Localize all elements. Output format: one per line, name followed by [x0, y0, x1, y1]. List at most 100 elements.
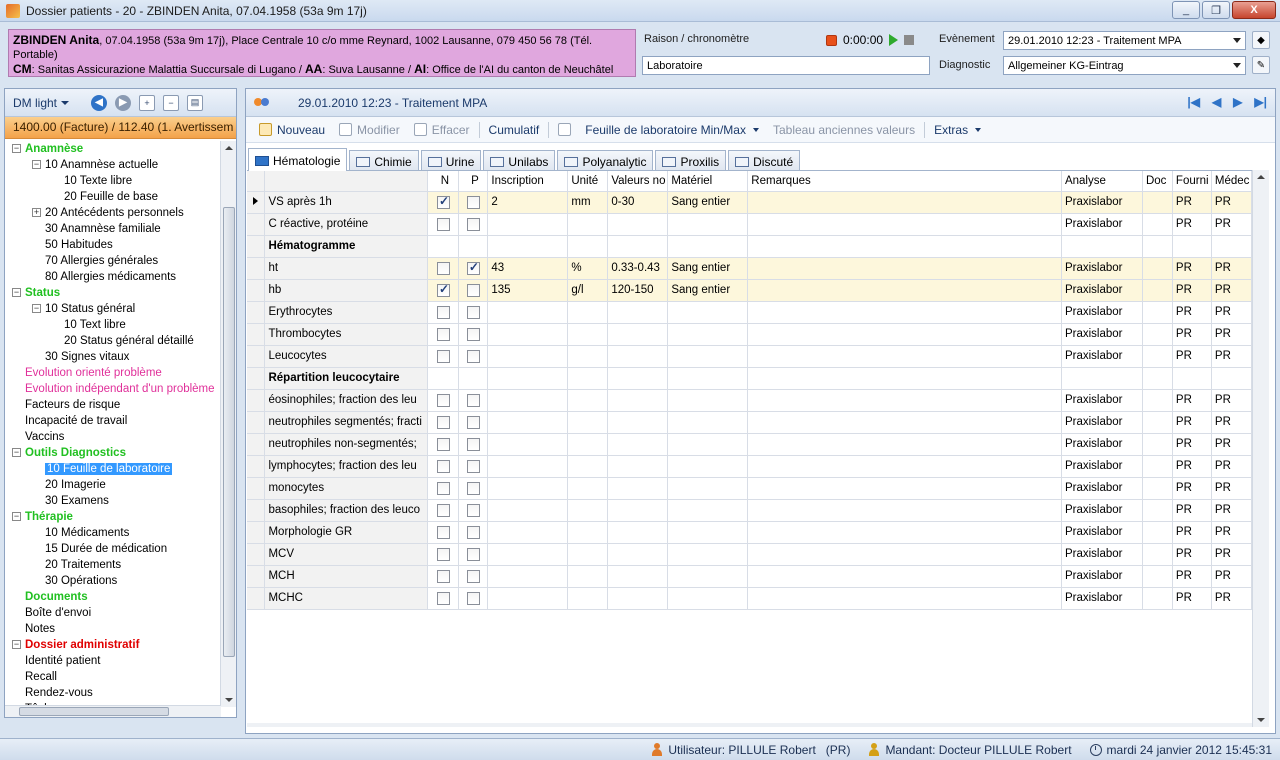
tableau-button[interactable]: Tableau anciennes valeurs — [766, 123, 922, 137]
row-header[interactable] — [247, 345, 266, 368]
unite-cell[interactable]: g/l — [567, 279, 609, 302]
unite-cell[interactable] — [567, 587, 609, 610]
medec-cell[interactable]: PR — [1211, 213, 1252, 236]
p-checkbox[interactable] — [466, 393, 480, 407]
p-checkbox[interactable] — [466, 591, 480, 605]
tree-item[interactable]: 30 Examens — [45, 493, 109, 509]
medec-cell[interactable]: PR — [1211, 279, 1252, 302]
row-header[interactable] — [247, 389, 266, 412]
column-header[interactable]: Analyse — [1061, 171, 1143, 192]
materiel-cell[interactable] — [667, 565, 749, 588]
collapse-icon[interactable]: − — [12, 448, 21, 457]
fourni-cell[interactable]: PR — [1172, 323, 1212, 346]
tree-item[interactable]: 10 Médicaments — [45, 525, 129, 541]
row-header[interactable] — [247, 367, 266, 390]
remarques-cell[interactable] — [747, 213, 1062, 236]
row-header[interactable] — [247, 477, 266, 500]
collapse-tree-icon[interactable]: − — [163, 94, 180, 111]
fourni-cell[interactable]: PR — [1172, 345, 1212, 368]
column-header[interactable] — [247, 171, 266, 192]
p-checkbox[interactable] — [466, 525, 480, 539]
inscription-cell[interactable] — [487, 543, 569, 566]
valeurs-cell[interactable]: 0.33-0.43 — [607, 257, 669, 280]
doc-cell[interactable] — [1142, 323, 1173, 346]
remarques-cell[interactable] — [747, 411, 1062, 434]
column-header[interactable]: Valeurs no — [607, 171, 669, 192]
remarques-cell[interactable] — [747, 499, 1062, 522]
table-row[interactable]: MCH Praxislabor PR PR — [247, 565, 1252, 588]
tab-2[interactable]: Urine — [420, 150, 482, 171]
unite-cell[interactable] — [567, 543, 609, 566]
inscription-cell[interactable] — [487, 499, 569, 522]
fourni-cell[interactable]: PR — [1172, 499, 1212, 522]
fourni-cell[interactable]: PR — [1172, 521, 1212, 544]
last-record-icon[interactable]: ▶| — [1254, 95, 1267, 109]
valeurs-cell[interactable] — [607, 433, 669, 456]
medec-cell[interactable]: PR — [1211, 345, 1252, 368]
row-header[interactable] — [247, 323, 266, 346]
inscription-cell[interactable] — [487, 433, 569, 456]
row-header[interactable] — [247, 279, 266, 302]
doc-cell[interactable] — [1142, 587, 1173, 610]
materiel-cell[interactable] — [667, 411, 749, 434]
collapse-icon[interactable]: − — [12, 144, 21, 153]
valeurs-cell[interactable] — [607, 345, 669, 368]
materiel-cell[interactable]: Sang entier — [667, 279, 749, 302]
table-row[interactable]: Répartition leucocytaire — [247, 367, 1252, 390]
n-checkbox[interactable] — [436, 503, 450, 517]
valeurs-cell[interactable] — [607, 213, 669, 236]
table-row[interactable]: Erythrocytes Praxislabor PR PR — [247, 301, 1252, 324]
tree-item[interactable]: +20 Antécédents personnels — [32, 205, 184, 221]
tree-item[interactable]: Rendez-vous — [25, 685, 93, 701]
doc-cell[interactable] — [1142, 477, 1173, 500]
analyse-cell[interactable] — [1061, 367, 1143, 390]
analyse-cell[interactable]: Praxislabor — [1061, 499, 1143, 522]
n-checkbox[interactable] — [436, 393, 450, 407]
analyse-cell[interactable]: Praxislabor — [1061, 521, 1143, 544]
analyse-cell[interactable] — [1061, 235, 1143, 258]
n-checkbox[interactable] — [436, 547, 450, 561]
doc-cell[interactable] — [1142, 367, 1173, 390]
unite-cell[interactable]: % — [567, 257, 609, 280]
inscription-cell[interactable] — [487, 301, 569, 324]
table-row[interactable]: éosinophiles; fraction des leu Praxislabo… — [247, 389, 1252, 412]
valeurs-cell[interactable] — [607, 499, 669, 522]
tree-item[interactable]: 10 Text libre — [64, 317, 126, 333]
tree-item[interactable]: 30 Opérations — [45, 573, 117, 589]
edit-diagnostic-icon[interactable]: ✎ — [1252, 56, 1270, 74]
unite-cell[interactable] — [567, 367, 609, 390]
tree-item[interactable]: 80 Allergies médicaments — [45, 269, 176, 285]
fourni-cell[interactable]: PR — [1172, 543, 1212, 566]
column-header[interactable]: Remarques — [747, 171, 1062, 192]
medec-cell[interactable]: PR — [1211, 455, 1252, 478]
tree-item[interactable]: − Outils Diagnostics — [12, 445, 126, 461]
medec-cell[interactable] — [1211, 367, 1252, 390]
remarques-cell[interactable] — [747, 367, 1062, 390]
row-header[interactable] — [247, 191, 266, 214]
inscription-cell[interactable] — [487, 565, 569, 588]
doc-cell[interactable] — [1142, 345, 1173, 368]
p-checkbox[interactable] — [466, 437, 480, 451]
doc-cell[interactable] — [1142, 565, 1173, 588]
row-header[interactable] — [247, 499, 266, 522]
evenement-tool-icon[interactable]: ◆ — [1252, 31, 1270, 49]
tree-item[interactable]: Recall — [25, 669, 57, 685]
tree-hscrollbar[interactable] — [5, 705, 221, 717]
n-checkbox[interactable] — [436, 415, 450, 429]
medec-cell[interactable]: PR — [1211, 543, 1252, 566]
unite-cell[interactable] — [567, 235, 609, 258]
remarques-cell[interactable] — [747, 587, 1062, 610]
inscription-cell[interactable] — [487, 345, 569, 368]
cumulatif-button[interactable]: Cumulatif — [482, 123, 547, 137]
n-checkbox[interactable] — [436, 194, 450, 209]
tree-item[interactable]: −10 Anamnèse actuelle — [32, 157, 158, 173]
doc-cell[interactable] — [1142, 213, 1173, 236]
tree-item[interactable]: − Dossier administratif — [12, 637, 139, 653]
row-header[interactable] — [247, 521, 266, 544]
unite-cell[interactable] — [567, 521, 609, 544]
analyse-cell[interactable]: Praxislabor — [1061, 587, 1143, 610]
inscription-cell[interactable] — [487, 367, 569, 390]
row-header[interactable] — [247, 433, 266, 456]
inscription-cell[interactable] — [487, 213, 569, 236]
materiel-cell[interactable] — [667, 345, 749, 368]
